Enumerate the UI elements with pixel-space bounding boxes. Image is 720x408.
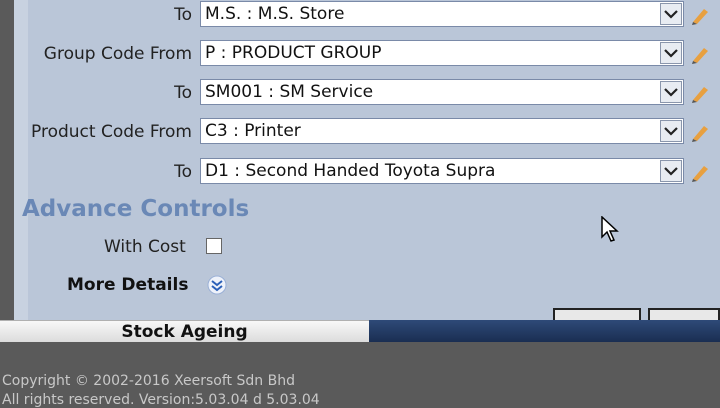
row-group-code-to: To SM001 : SM Service [14, 79, 720, 109]
location-to-select[interactable]: M.S. : M.S. Store [200, 1, 684, 27]
filter-form-panel: To M.S. : M.S. Store Group Code From P :… [14, 0, 720, 322]
tab-stock-ageing[interactable]: Stock Ageing [0, 320, 369, 342]
group-code-from-label: Group Code From [43, 44, 192, 64]
dropdown-arrow-icon[interactable] [660, 160, 682, 182]
product-code-from-select[interactable]: C3 : Printer [200, 118, 684, 144]
dropdown-arrow-icon[interactable] [660, 42, 682, 64]
expand-chevron-icon[interactable] [207, 275, 227, 295]
with-cost-checkbox[interactable] [206, 238, 222, 254]
copyright-text: Copyright © 2002-2016 Xeersoft Sdn Bhd [2, 373, 295, 389]
pencil-icon[interactable] [690, 3, 710, 25]
group-code-from-select[interactable]: P : PRODUCT GROUP [200, 40, 684, 66]
with-cost-label: With Cost [104, 237, 186, 257]
location-to-value: M.S. : M.S. Store [205, 4, 345, 24]
group-code-to-label: To [174, 83, 192, 103]
more-details-label[interactable]: More Details [67, 275, 188, 295]
dropdown-arrow-icon[interactable] [660, 81, 682, 103]
group-code-to-value: SM001 : SM Service [205, 82, 374, 102]
mouse-cursor-icon [601, 216, 619, 242]
row-group-code-from: Group Code From P : PRODUCT GROUP [14, 40, 720, 70]
tab-bar: Stock Ageing [0, 320, 720, 342]
group-code-to-select[interactable]: SM001 : SM Service [200, 79, 684, 105]
dropdown-arrow-icon[interactable] [660, 3, 682, 25]
location-to-label: To [174, 5, 192, 25]
footer: Copyright © 2002-2016 Xeersoft Sdn Bhd A… [0, 342, 720, 408]
product-code-to-label: To [174, 162, 192, 182]
group-code-from-value: P : PRODUCT GROUP [205, 43, 382, 63]
advance-controls-heading: Advance Controls [22, 196, 250, 222]
pencil-icon[interactable] [690, 120, 710, 142]
row-product-code-to: To D1 : Second Handed Toyota Supra [14, 158, 720, 188]
row-product-code-from: Product Code From C3 : Printer [14, 118, 720, 148]
version-text: All rights reserved. Version:5.03.04 d 5… [2, 392, 320, 408]
pencil-icon[interactable] [690, 42, 710, 64]
dropdown-arrow-icon[interactable] [660, 120, 682, 142]
product-code-to-value: D1 : Second Handed Toyota Supra [205, 161, 496, 181]
pencil-icon[interactable] [690, 81, 710, 103]
product-code-from-label: Product Code From [31, 122, 192, 142]
product-code-from-value: C3 : Printer [205, 121, 301, 141]
tab-bar-fill [369, 320, 720, 342]
row-location-to: To M.S. : M.S. Store [14, 1, 720, 31]
pencil-icon[interactable] [690, 160, 710, 182]
product-code-to-select[interactable]: D1 : Second Handed Toyota Supra [200, 158, 684, 184]
